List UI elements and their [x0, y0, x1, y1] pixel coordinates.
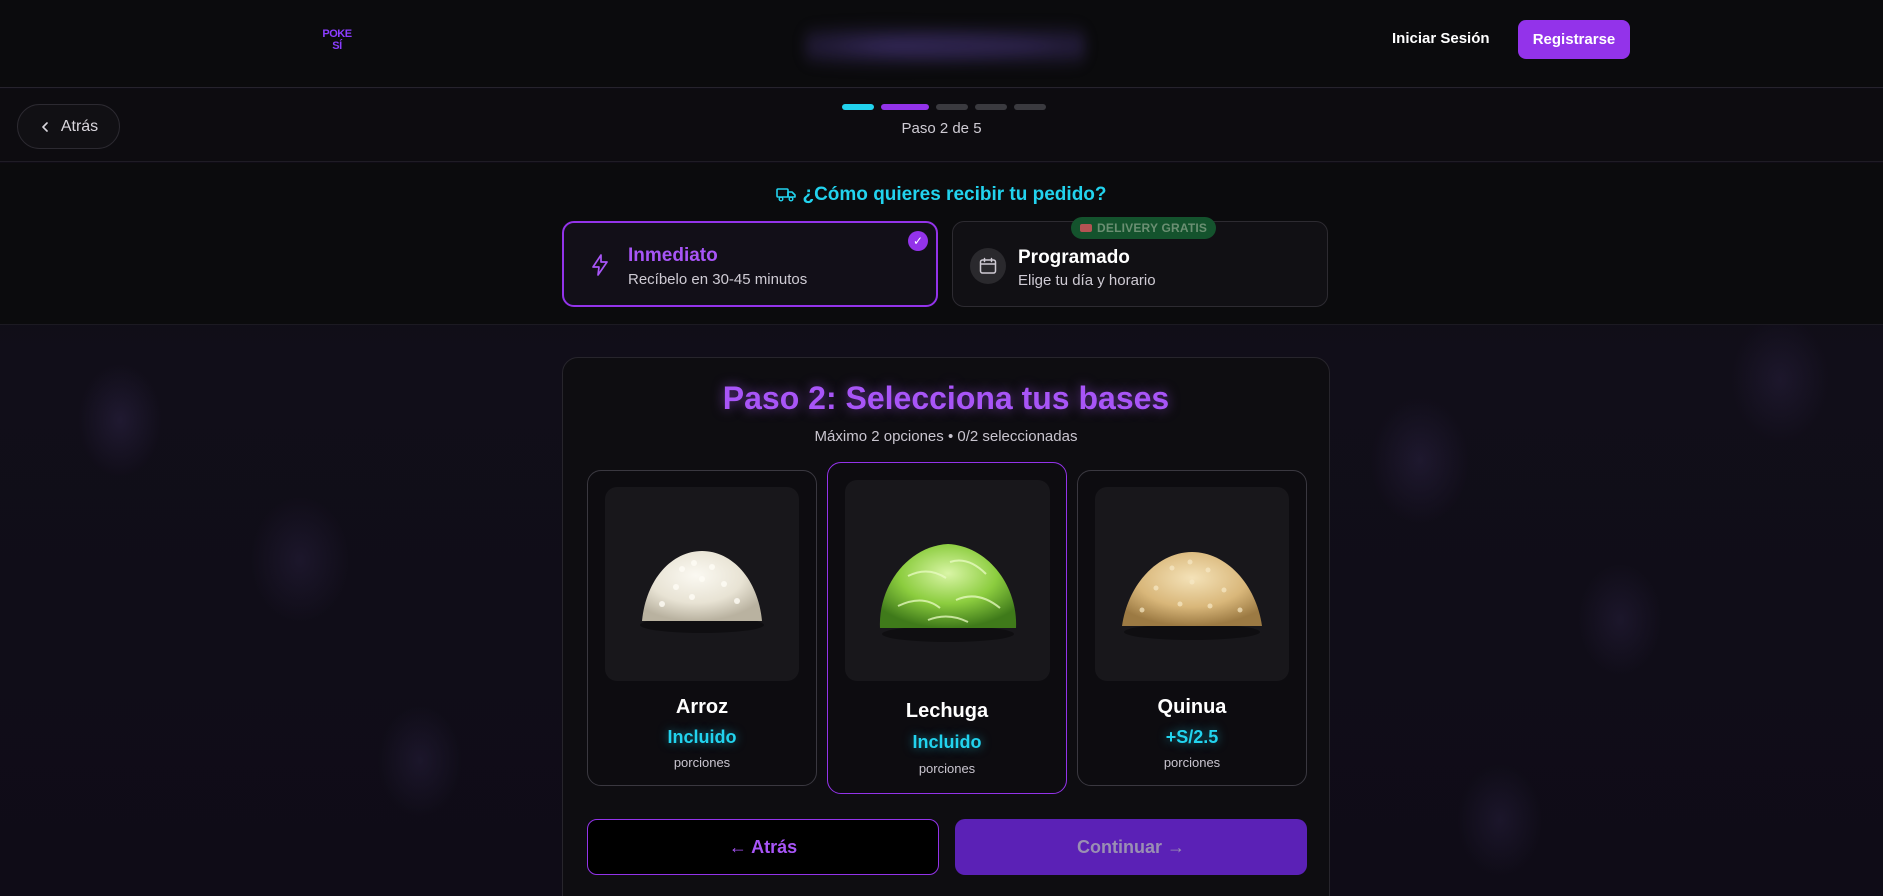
base-price: +S/2.5 — [1165, 727, 1219, 747]
calendar-icon-wrapper — [970, 248, 1006, 284]
base-price: Incluido — [912, 732, 982, 752]
delivery-option-scheduled[interactable]: DELIVERY GRATIS Programado Elige tu día … — [952, 217, 1328, 307]
lettuce-illustration — [879, 543, 1016, 642]
lettuce-image — [845, 480, 1050, 681]
base-price: Incluido — [667, 727, 737, 747]
step-dot-3 — [936, 104, 968, 110]
option-title: Inmediato — [628, 245, 718, 266]
page-title: Paso 2: Selecciona tus bases — [722, 380, 1170, 416]
truck-icon — [776, 188, 797, 202]
step-dots — [842, 104, 1046, 110]
step-label: Paso 2 de 5 — [901, 120, 982, 137]
delivery-section: ¿Cómo quieres recibir tu pedido? Inmedia… — [0, 163, 1883, 325]
step-dot-2 — [881, 104, 929, 110]
badge-label: DELIVERY GRATIS — [1097, 221, 1208, 235]
continue-button[interactable]: Continuar → — [955, 819, 1307, 875]
base-name: Arroz — [675, 696, 729, 718]
base-unit: porciones — [1163, 755, 1221, 770]
delivery-option-immediate[interactable]: Inmediato Recíbelo en 30-45 minutos ✓ — [562, 221, 938, 307]
delivery-title-text: ¿Cómo quieres recibir tu pedido? — [802, 184, 1107, 205]
option-subtitle: Elige tu día y horario — [1018, 272, 1156, 289]
login-link[interactable]: Iniciar Sesión — [1392, 30, 1490, 47]
bases-card: Paso 2: Selecciona tus bases Máximo 2 op… — [562, 357, 1330, 896]
blurred-brand-graphic — [805, 18, 1085, 74]
base-option-rice[interactable]: Arroz Incluido porciones — [587, 470, 817, 786]
base-name: Lechuga — [905, 700, 989, 722]
top-header: POKE SÍ Iniciar Sesión Registrarse — [0, 0, 1883, 88]
calendar-icon — [979, 257, 997, 274]
base-option-lettuce[interactable]: Lechuga Incluido porciones — [827, 462, 1067, 794]
lightning-icon — [592, 254, 608, 276]
free-delivery-badge: DELIVERY GRATIS — [1071, 217, 1217, 239]
selection-subtitle: Máximo 2 opciones • 0/2 seleccionadas — [814, 428, 1078, 445]
check-icon: ✓ — [908, 231, 928, 251]
base-unit: porciones — [673, 755, 731, 770]
logo-line-2: SÍ — [332, 40, 342, 52]
badge-truck-icon — [1080, 224, 1092, 232]
step-dot-1 — [842, 104, 874, 110]
option-subtitle: Recíbelo en 30-45 minutos — [628, 271, 808, 288]
brand-logo[interactable]: POKE SÍ — [322, 28, 352, 56]
rice-illustration — [640, 551, 764, 633]
base-unit: porciones — [918, 761, 976, 776]
option-title: Programado — [1018, 247, 1130, 268]
step-dot-5 — [1014, 104, 1046, 110]
base-name: Quinua — [1157, 696, 1227, 718]
register-button[interactable]: Registrarse — [1518, 20, 1630, 59]
back-button[interactable]: ← Atrás — [587, 819, 939, 875]
rice-image — [605, 487, 799, 681]
progress-stepper: Atrás Paso 2 de 5 — [0, 89, 1883, 162]
delivery-title: ¿Cómo quieres recibir tu pedido? — [0, 184, 1883, 206]
quinoa-image — [1095, 487, 1289, 681]
quinoa-illustration — [1122, 552, 1262, 640]
step-dot-4 — [975, 104, 1007, 110]
logo-line-1: POKE — [322, 28, 352, 40]
base-option-quinoa[interactable]: Quinua +S/2.5 porciones — [1077, 470, 1307, 786]
